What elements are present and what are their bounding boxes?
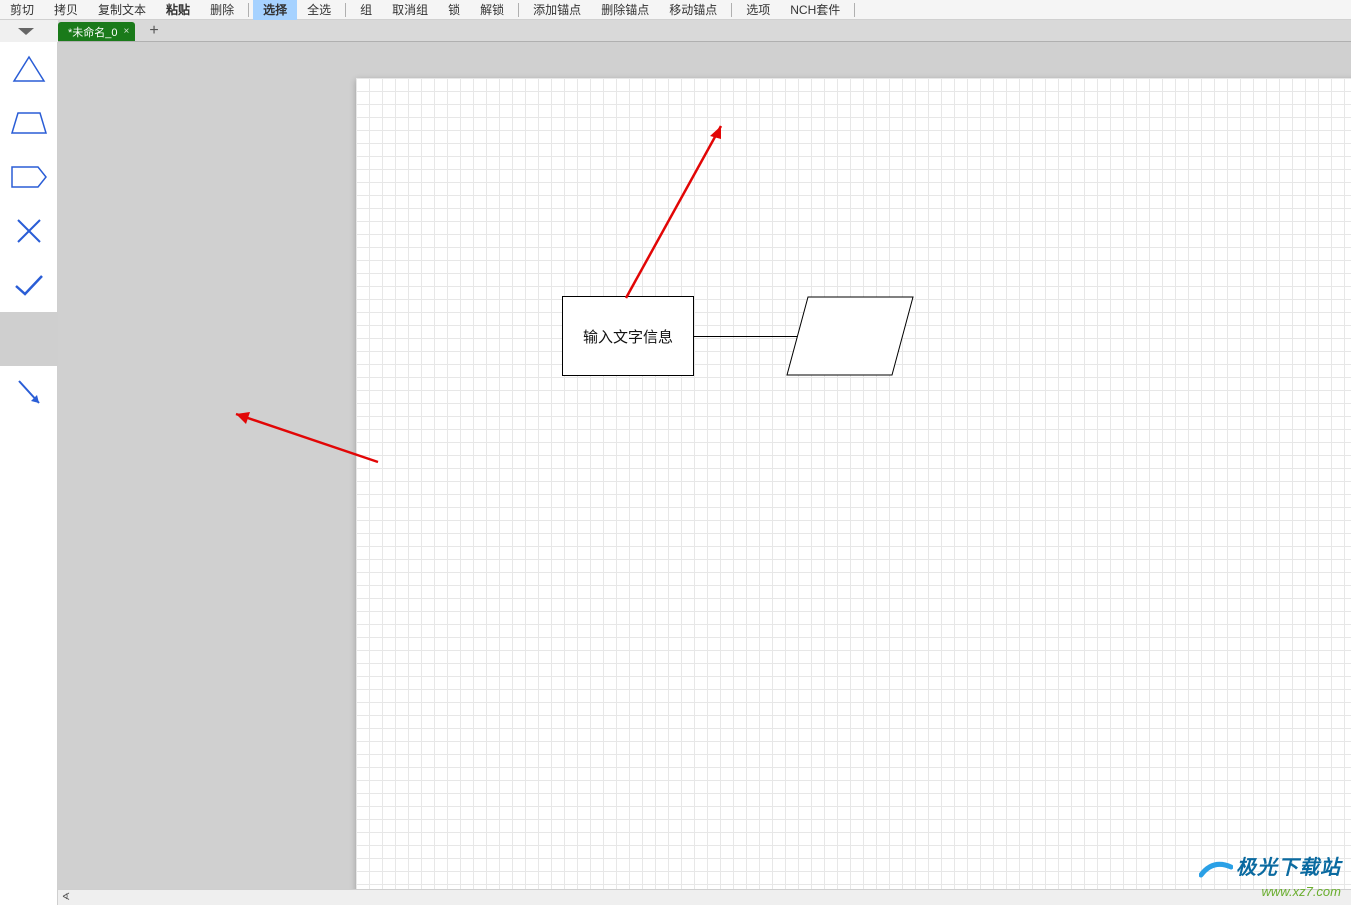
scroll-track[interactable]	[74, 891, 1351, 905]
rectangle-node[interactable]: 输入文字信息	[562, 296, 694, 376]
toolbar-item-选项[interactable]: 选项	[736, 0, 780, 20]
hexagon-pointer-icon[interactable]	[0, 150, 57, 204]
parallelogram-node[interactable]	[786, 296, 914, 376]
tab-title: *未命名_0	[68, 24, 118, 40]
plus-icon: +	[149, 22, 158, 40]
connector-line[interactable]	[694, 336, 798, 337]
toolbar-item-移动锚点[interactable]: 移动锚点	[659, 0, 727, 20]
trapezoid-icon[interactable]	[0, 96, 57, 150]
toolbar-item-剪切[interactable]: 剪切	[0, 0, 44, 20]
toolbar-item-拷贝[interactable]: 拷贝	[44, 0, 88, 20]
toolbar-item-删除锚点[interactable]: 删除锚点	[591, 0, 659, 20]
new-tab-button[interactable]: +	[143, 20, 164, 41]
canvas-page[interactable]: 输入文字信息	[356, 78, 1351, 889]
toolbar-separator	[345, 3, 346, 17]
toolbar-item-锁[interactable]: 锁	[438, 0, 470, 20]
toolbar-item-解锁[interactable]: 解锁	[470, 0, 514, 20]
toolbar-item-取消组[interactable]: 取消组	[382, 0, 438, 20]
scroll-left-icon[interactable]: ∢	[58, 891, 74, 905]
workspace[interactable]: 输入文字信息	[58, 42, 1351, 889]
toolbar-separator	[248, 3, 249, 17]
close-icon[interactable]: ×	[124, 26, 130, 37]
toolbar-item-NCH套件[interactable]: NCH套件	[780, 0, 850, 20]
top-toolbar: 剪切拷贝复制文本粘贴删除选择全选组取消组锁解锁添加锚点删除锚点移动锚点选项NCH…	[0, 0, 1351, 20]
toolbar-separator	[854, 3, 855, 17]
horizontal-scrollbar[interactable]: ∢	[58, 889, 1351, 905]
toolbar-item-全选[interactable]: 全选	[297, 0, 341, 20]
toolbar-separator	[518, 3, 519, 17]
toolbar-item-删除[interactable]: 删除	[200, 0, 244, 20]
shapes-sidebar	[0, 42, 58, 905]
toolbar-item-粘贴[interactable]: 粘贴	[156, 0, 200, 20]
arrow-down-right-icon[interactable]	[0, 366, 57, 420]
rectangle-node-text: 输入文字信息	[583, 326, 673, 347]
document-tab[interactable]: *未命名_0 ×	[58, 22, 135, 41]
toolbar-item-选择[interactable]: 选择	[253, 0, 297, 20]
triangle-icon[interactable]	[0, 42, 57, 96]
annotation-arrow-icon	[606, 108, 746, 308]
check-icon[interactable]	[0, 258, 57, 312]
blank-slot[interactable]	[0, 312, 57, 366]
toolbar-item-复制文本[interactable]: 复制文本	[88, 0, 156, 20]
tab-bar: *未命名_0 × +	[58, 20, 1351, 42]
sidebar-dropdown-icon[interactable]	[18, 28, 34, 35]
toolbar-item-组[interactable]: 组	[350, 0, 382, 20]
cross-icon[interactable]	[0, 204, 57, 258]
toolbar-item-添加锚点[interactable]: 添加锚点	[523, 0, 591, 20]
toolbar-separator	[731, 3, 732, 17]
